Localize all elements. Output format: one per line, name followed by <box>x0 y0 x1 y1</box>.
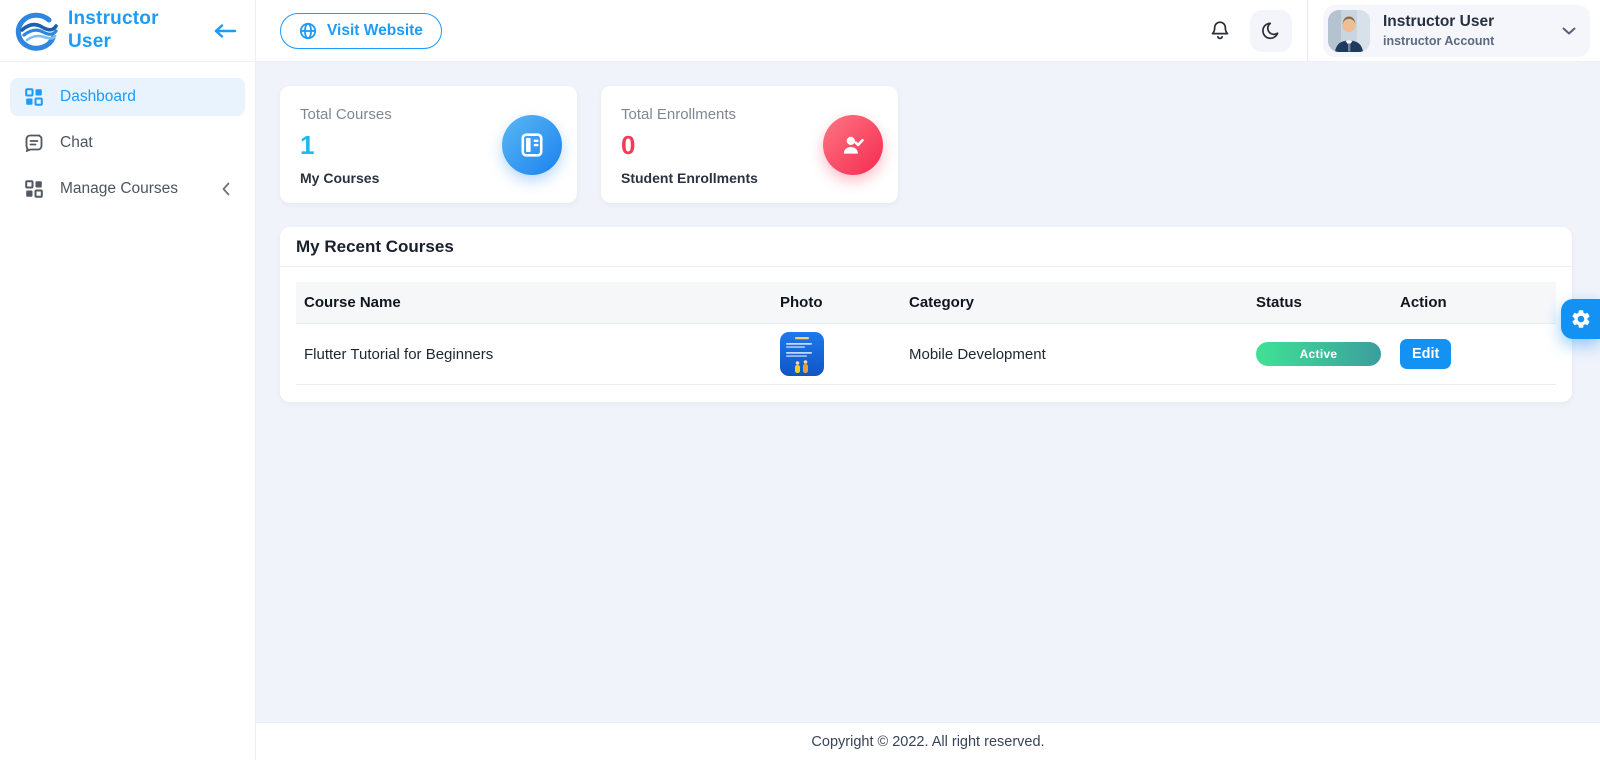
course-category-cell: Mobile Development <box>901 324 1248 385</box>
visit-website-label: Visit Website <box>327 22 423 40</box>
grid-icon <box>25 88 43 106</box>
recent-courses-table-wrap: Course Name Photo Category Status Action… <box>280 267 1572 385</box>
recent-courses-table: Course Name Photo Category Status Action… <box>296 282 1556 385</box>
table-row: Flutter Tutorial for Beginners <box>296 324 1556 385</box>
app-root: Instructor User <box>0 0 1600 760</box>
brand-title: Instructor User <box>68 8 201 53</box>
table-header-row: Course Name Photo Category Status Action <box>296 282 1556 324</box>
sidebar-item-dashboard[interactable]: Dashboard <box>10 78 245 116</box>
grid-icon <box>25 180 43 198</box>
globe-icon <box>299 22 317 40</box>
column-header-status: Status <box>1248 282 1392 324</box>
dark-mode-toggle-button[interactable] <box>1250 10 1292 52</box>
course-name-cell: Flutter Tutorial for Beginners <box>296 324 772 385</box>
chevron-left-icon <box>222 182 230 196</box>
sidebar-item-label: Dashboard <box>60 88 136 106</box>
settings-fab-button[interactable] <box>1561 299 1600 339</box>
profile-section: Instructor User instructor Account <box>1307 0 1590 61</box>
sidebar: Instructor User <box>0 0 256 760</box>
column-header-course-name: Course Name <box>296 282 772 324</box>
user-role: instructor Account <box>1383 34 1494 48</box>
arrow-left-icon <box>213 24 237 38</box>
person-check-icon <box>823 115 883 175</box>
sidebar-collapse-button[interactable] <box>209 20 241 42</box>
main-content: Total Courses 1 My Courses Total Enrollm… <box>256 62 1600 722</box>
bell-icon <box>1210 20 1230 42</box>
moon-icon <box>1261 21 1281 41</box>
topbar: Visit Website <box>256 0 1600 62</box>
visit-website-button[interactable]: Visit Website <box>280 13 442 49</box>
course-thumbnail <box>780 332 824 376</box>
chevron-down-icon <box>1562 27 1576 35</box>
chat-icon <box>25 134 43 152</box>
sidebar-item-chat[interactable]: Chat <box>10 124 245 162</box>
course-status-cell: Active <box>1248 324 1392 385</box>
course-photo-cell <box>772 324 901 385</box>
stat-subtitle: Student Enrollments <box>621 170 878 186</box>
stat-card-total-enrollments: Total Enrollments 0 Student Enrollments <box>601 86 898 203</box>
brand-logo-icon <box>10 7 60 55</box>
sidebar-header: Instructor User <box>0 0 255 62</box>
user-meta: Instructor User instructor Account <box>1383 13 1494 48</box>
journal-panel-icon <box>502 115 562 175</box>
recent-courses-title: My Recent Courses <box>280 227 1572 267</box>
recent-courses-card: My Recent Courses Course Name Photo Cate… <box>280 227 1572 402</box>
sidebar-item-manage-courses[interactable]: Manage Courses <box>10 170 245 208</box>
column-header-photo: Photo <box>772 282 901 324</box>
sidebar-item-label: Manage Courses <box>60 180 178 198</box>
user-name: Instructor User <box>1383 13 1494 31</box>
avatar <box>1328 10 1370 52</box>
status-badge: Active <box>1256 342 1381 366</box>
sidebar-item-label: Chat <box>60 134 93 152</box>
topbar-right: Instructor User instructor Account <box>1204 0 1590 61</box>
notifications-button[interactable] <box>1204 14 1236 48</box>
copyright-text: Copyright © 2022. All right reserved. <box>811 734 1044 750</box>
stat-card-total-courses: Total Courses 1 My Courses <box>280 86 577 203</box>
column-header-category: Category <box>901 282 1248 324</box>
gear-icon <box>1570 308 1592 330</box>
stats-row: Total Courses 1 My Courses Total Enrollm… <box>280 86 1576 203</box>
stat-subtitle: My Courses <box>300 170 557 186</box>
footer: Copyright © 2022. All right reserved. <box>256 722 1600 760</box>
sidebar-nav: Dashboard Chat <box>0 62 255 224</box>
course-action-cell: Edit <box>1392 324 1556 385</box>
profile-menu-button[interactable]: Instructor User instructor Account <box>1323 5 1590 57</box>
column-header-action: Action <box>1392 282 1556 324</box>
edit-button[interactable]: Edit <box>1400 339 1451 369</box>
